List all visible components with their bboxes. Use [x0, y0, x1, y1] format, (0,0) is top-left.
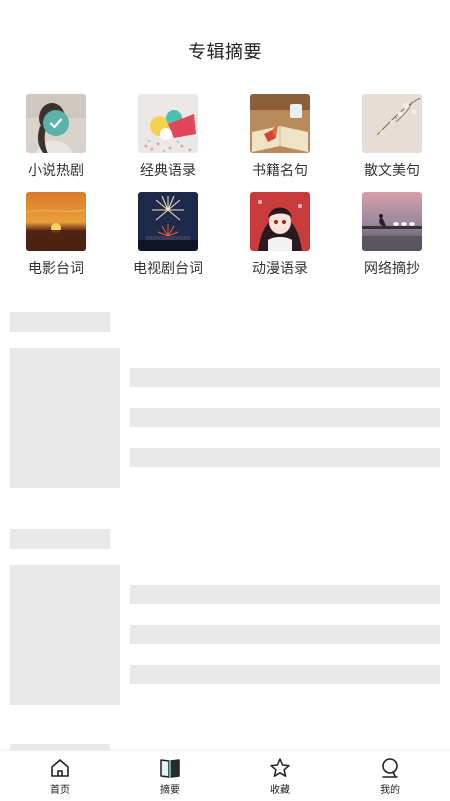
- tab-label: 首页: [50, 784, 70, 796]
- category-web-excerpts[interactable]: 网络摘抄: [336, 192, 448, 278]
- tab-home[interactable]: 首页: [4, 751, 116, 801]
- category-novel[interactable]: 小说热剧: [0, 94, 112, 180]
- category-grid: 小说热剧 经典语录 书籍名句 散文美句 电影台词 电视剧台词 动漫语录 网络摘抄: [0, 94, 450, 284]
- anime-quotes-thumb-icon: [250, 192, 310, 251]
- category-classic-quotes[interactable]: 经典语录: [112, 94, 224, 180]
- tab-favorites[interactable]: 收藏: [224, 751, 336, 801]
- home-icon: [51, 758, 69, 777]
- tab-summary[interactable]: 摘要: [114, 751, 226, 801]
- novel-thumb-icon: [26, 94, 86, 153]
- tv-lines-thumb-icon: [138, 192, 198, 251]
- classic-quotes-thumb-icon: [138, 94, 198, 153]
- page-title: 专辑摘要: [188, 42, 262, 63]
- category-anime-quotes[interactable]: 动漫语录: [224, 192, 336, 278]
- skeleton-line: [130, 665, 440, 684]
- tab-label: 摘要: [160, 784, 180, 796]
- skeleton-line: [130, 625, 440, 644]
- bottom-tab-bar: 首页 摘要 收藏 我的: [0, 750, 450, 801]
- category-label: 网络摘抄: [364, 261, 420, 277]
- tab-label: 我的: [380, 784, 400, 796]
- profile-icon: [382, 757, 398, 778]
- prose-thumb-icon: [362, 94, 422, 153]
- category-book-quotes[interactable]: 书籍名句: [224, 94, 336, 180]
- skeleton-line: [130, 585, 440, 604]
- category-prose[interactable]: 散文美句: [336, 94, 448, 180]
- skeleton-thumbnail: [10, 348, 120, 488]
- category-label: 动漫语录: [252, 261, 308, 277]
- web-excerpts-thumb-icon: [362, 192, 422, 251]
- tab-profile[interactable]: 我的: [334, 751, 446, 801]
- skeleton-line: [130, 448, 440, 467]
- category-tv-lines[interactable]: 电视剧台词: [112, 192, 224, 278]
- category-movie-lines[interactable]: 电影台词: [0, 192, 112, 278]
- selected-check-icon: [43, 110, 69, 136]
- category-label: 小说热剧: [28, 163, 84, 179]
- skeleton-header: [10, 312, 110, 332]
- skeleton-line: [130, 368, 440, 387]
- category-label: 散文美句: [364, 163, 420, 179]
- category-label: 书籍名句: [252, 163, 308, 179]
- category-label: 经典语录: [140, 163, 196, 179]
- skeleton-header: [10, 529, 110, 549]
- skeleton-line: [130, 408, 440, 427]
- tab-label: 收藏: [270, 784, 290, 796]
- movie-lines-thumb-icon: [26, 192, 86, 251]
- book-quotes-thumb-icon: [250, 94, 310, 153]
- star-icon: [270, 757, 290, 777]
- category-label: 电影台词: [28, 261, 84, 277]
- book-icon: [160, 758, 180, 778]
- category-label: 电视剧台词: [133, 261, 203, 277]
- skeleton-thumbnail: [10, 565, 120, 705]
